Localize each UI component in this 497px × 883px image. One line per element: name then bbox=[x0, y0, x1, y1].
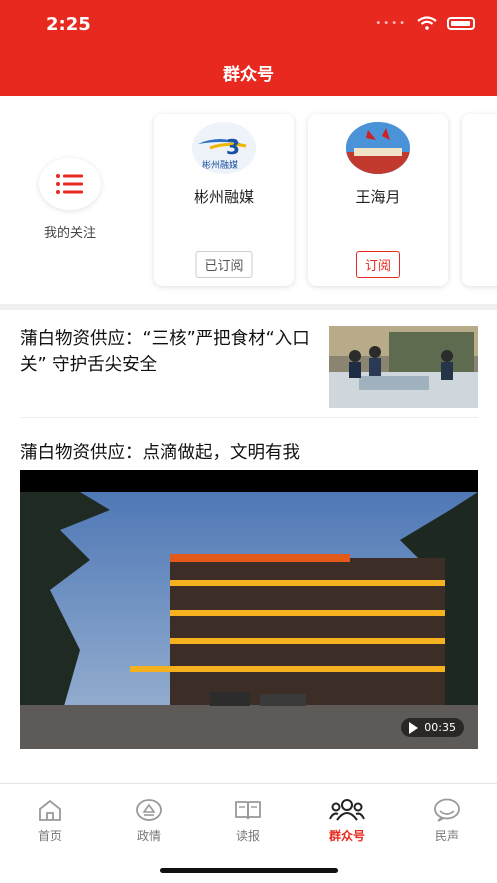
svg-text:3: 3 bbox=[226, 135, 240, 159]
binzhou-logo-text: 彬州融媒 bbox=[202, 159, 238, 171]
tab-voice[interactable]: 民声 bbox=[412, 798, 482, 844]
signal-icon: •••• bbox=[375, 17, 407, 29]
binzhou-logo: 3 彬州融媒 bbox=[192, 122, 256, 174]
battery-icon bbox=[447, 16, 475, 30]
subscribed-button[interactable]: 已订阅 bbox=[195, 251, 253, 278]
tab-label: 读报 bbox=[235, 829, 260, 843]
video-thumbnail bbox=[20, 470, 478, 749]
page-title: 群众号 bbox=[223, 65, 274, 85]
status-icons: •••• bbox=[375, 16, 475, 30]
wanghaiyue-avatar bbox=[346, 122, 410, 174]
status-time: 2:25 bbox=[46, 14, 91, 35]
follow-strip: 我的关注 3 彬州融媒 彬州融媒 已订阅 王海月 订阅 bbox=[0, 96, 497, 304]
my-follow-button[interactable]: 我的关注 bbox=[30, 158, 110, 241]
subscribe-button[interactable]: 订阅 bbox=[355, 251, 401, 278]
account-card-binzhou[interactable]: 3 彬州融媒 彬州融媒 已订阅 bbox=[154, 114, 294, 286]
play-icon bbox=[409, 721, 419, 734]
video-duration-badge: 00:35 bbox=[401, 718, 464, 737]
video-player[interactable]: 00:35 bbox=[20, 470, 478, 749]
video-duration: 00:35 bbox=[424, 721, 456, 734]
video-news-title[interactable]: 蒲白物资供应：点滴做起，文明有我 bbox=[20, 439, 300, 464]
tab-masses[interactable]: 群众号 bbox=[312, 798, 382, 844]
news-thumbnail bbox=[329, 326, 478, 408]
tab-label: 政情 bbox=[136, 829, 161, 843]
tab-label: 首页 bbox=[37, 829, 62, 843]
account-card-partial[interactable] bbox=[462, 114, 497, 286]
tab-label: 群众号 bbox=[328, 829, 365, 843]
account-card-wanghaiyue[interactable]: 王海月 订阅 bbox=[308, 114, 448, 286]
tab-label: 民声 bbox=[434, 829, 459, 843]
wifi-icon bbox=[417, 16, 437, 30]
message-icon bbox=[434, 798, 460, 822]
book-icon bbox=[235, 801, 261, 820]
tab-home[interactable]: 首页 bbox=[15, 798, 85, 844]
news-item[interactable]: 蒲白物资供应：“三核”严把食材“入口关” 守护舌尖安全 bbox=[20, 326, 478, 418]
tab-newspaper[interactable]: 读报 bbox=[213, 798, 283, 844]
top-bar: 2:25 •••• 群众号 bbox=[0, 0, 497, 96]
list-icon bbox=[39, 158, 101, 210]
home-indicator[interactable] bbox=[160, 868, 338, 873]
my-follow-label: 我的关注 bbox=[43, 226, 96, 241]
group-icon bbox=[329, 799, 365, 821]
home-icon bbox=[39, 799, 61, 821]
government-icon bbox=[136, 799, 162, 821]
news-title: 蒲白物资供应：“三核”严把食材“入口关” 守护舌尖安全 bbox=[20, 329, 310, 375]
news-feed: 蒲白物资供应：“三核”严把食材“入口关” 守护舌尖安全 蒲白物资供应：点滴做起，… bbox=[0, 310, 497, 783]
account-name: 彬州融媒 bbox=[193, 188, 254, 206]
account-name: 王海月 bbox=[355, 188, 401, 206]
tab-politics[interactable]: 政情 bbox=[114, 798, 184, 844]
